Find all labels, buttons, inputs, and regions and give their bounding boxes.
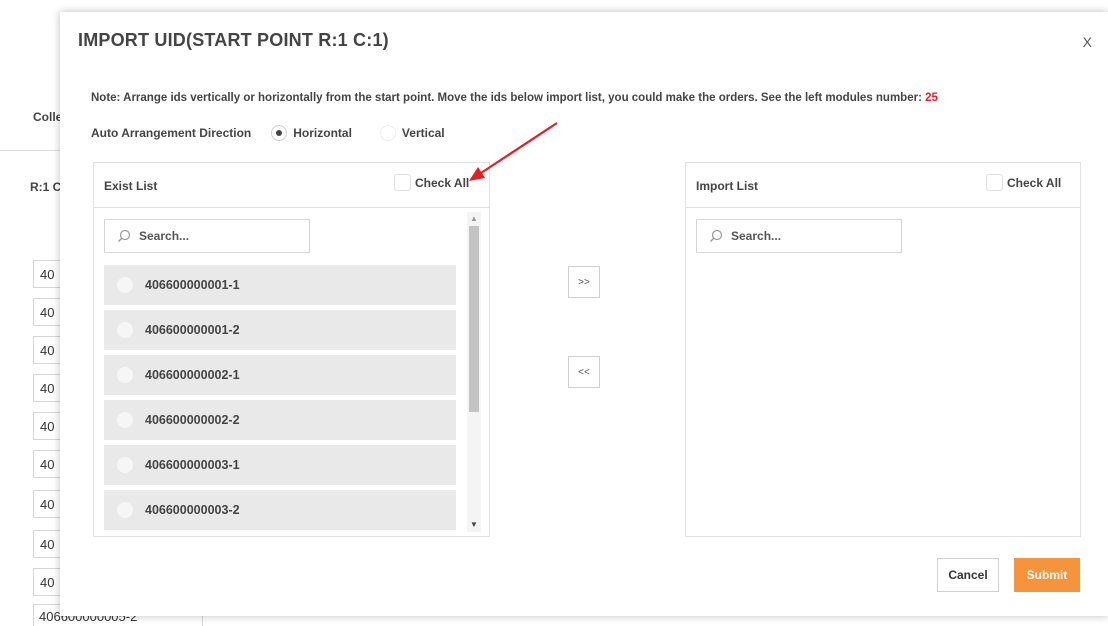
move-right-button[interactable]: >>: [568, 266, 600, 298]
checkbox-icon: [394, 174, 411, 191]
cancel-button[interactable]: Cancel: [937, 558, 999, 592]
radio-vertical-label: Vertical: [401, 126, 445, 140]
background-label-start-point: R:1 C: [30, 180, 62, 194]
exist-list-header: Exist List Check All: [94, 163, 489, 208]
item-checkbox[interactable]: [117, 367, 133, 383]
radio-unselected-icon: [379, 125, 396, 141]
import-search-input[interactable]: [731, 229, 881, 243]
background-cell[interactable]: 40: [33, 374, 63, 402]
item-label: 406600000002-1: [145, 368, 240, 382]
item-label: 406600000001-2: [145, 323, 240, 337]
item-label: 406600000001-1: [145, 278, 240, 292]
modal-title: IMPORT UID(START POINT R:1 C:1): [78, 30, 389, 50]
background-cell[interactable]: 40: [33, 450, 63, 478]
item-checkbox[interactable]: [117, 277, 133, 293]
background-cell[interactable]: 40: [33, 260, 63, 288]
close-button[interactable]: X: [1083, 34, 1092, 50]
scroll-up-icon[interactable]: ▲: [467, 212, 481, 226]
import-search-box[interactable]: [696, 219, 902, 253]
radio-selected-icon: [271, 125, 288, 141]
arrangement-direction: Auto Arrangement Direction Horizontal Ve…: [91, 125, 445, 141]
background-cell[interactable]: 40: [33, 568, 63, 596]
background-cell[interactable]: 40: [33, 490, 63, 518]
background-cell[interactable]: 40: [33, 298, 63, 326]
import-list-body: [686, 207, 1080, 536]
item-label: 406600000002-2: [145, 413, 240, 427]
background-cell[interactable]: 40: [33, 530, 63, 558]
move-left-button[interactable]: <<: [568, 356, 600, 388]
scrollbar-thumb[interactable]: [469, 226, 479, 412]
import-check-all[interactable]: Check All: [986, 174, 1061, 191]
background-divider: [0, 150, 60, 151]
note-text: Note: Arrange ids vertically or horizont…: [91, 92, 938, 104]
import-uid-modal: IMPORT UID(START POINT R:1 C:1) X Note: …: [60, 12, 1108, 616]
item-checkbox[interactable]: [117, 322, 133, 338]
exist-search-input[interactable]: [139, 229, 289, 243]
item-checkbox[interactable]: [117, 502, 133, 518]
item-checkbox[interactable]: [117, 457, 133, 473]
exist-list-panel: Exist List Check All 406600000001-1 4066…: [93, 162, 490, 537]
exist-search-box[interactable]: [104, 219, 310, 253]
item-label: 406600000003-1: [145, 458, 240, 472]
list-item[interactable]: 406600000003-1: [104, 445, 456, 485]
exist-list-title: Exist List: [104, 179, 158, 193]
background-label-collection: Colle: [33, 110, 63, 124]
exist-list-body: 406600000001-1 406600000001-2 4066000000…: [94, 207, 489, 536]
exist-list-scrollbar[interactable]: ▲ ▼: [467, 212, 481, 532]
background-cell[interactable]: 40: [33, 412, 63, 440]
item-label: 406600000003-2: [145, 503, 240, 517]
exist-items-list: 406600000001-1 406600000001-2 4066000000…: [104, 265, 456, 535]
search-icon: [710, 229, 723, 242]
list-item[interactable]: 406600000002-1: [104, 355, 456, 395]
exist-check-all[interactable]: Check All: [394, 174, 469, 191]
radio-horizontal[interactable]: Horizontal: [271, 125, 352, 141]
note-message: Note: Arrange ids vertically or horizont…: [91, 92, 926, 104]
exist-check-all-label: Check All: [415, 175, 470, 190]
list-item[interactable]: 406600000002-2: [104, 400, 456, 440]
import-list-title: Import List: [696, 179, 758, 193]
modules-number: 25: [925, 92, 938, 104]
radio-horizontal-label: Horizontal: [293, 126, 352, 140]
list-item[interactable]: 406600000001-1: [104, 265, 456, 305]
list-item[interactable]: 406600000003-2: [104, 490, 456, 530]
radio-vertical[interactable]: Vertical: [379, 125, 445, 141]
direction-label: Auto Arrangement Direction: [91, 126, 252, 140]
checkbox-icon: [986, 174, 1003, 191]
import-list-panel: Import List Check All: [685, 162, 1081, 537]
background-cell[interactable]: 40: [33, 336, 63, 364]
scroll-down-icon[interactable]: ▼: [467, 518, 481, 532]
import-check-all-label: Check All: [1007, 175, 1062, 190]
submit-button[interactable]: Submit: [1014, 558, 1080, 592]
import-list-header: Import List Check All: [686, 163, 1080, 208]
list-item[interactable]: 406600000001-2: [104, 310, 456, 350]
search-icon: [118, 229, 131, 242]
item-checkbox[interactable]: [117, 412, 133, 428]
